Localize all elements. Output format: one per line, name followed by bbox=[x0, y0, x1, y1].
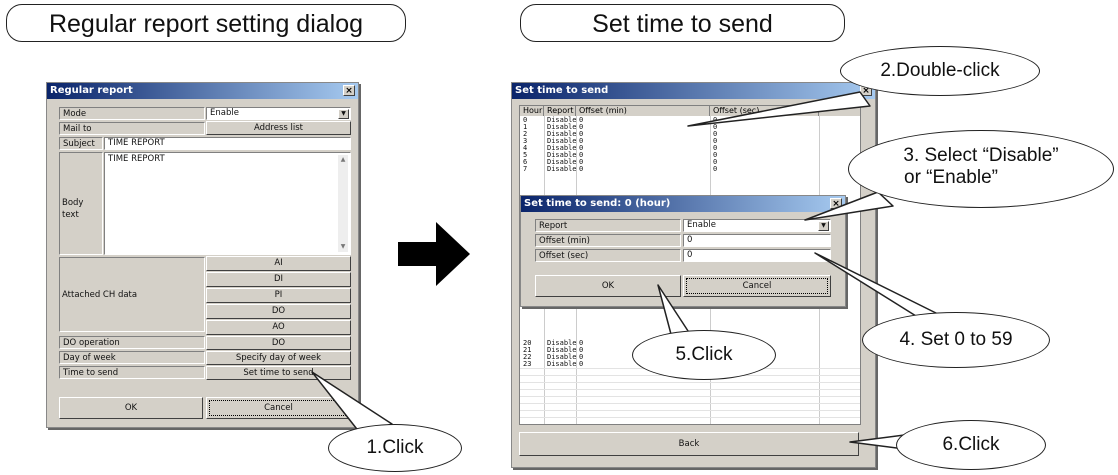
callout-4: 4. Set 0 to 59 bbox=[862, 312, 1050, 368]
callout-3: 3. Select “Disable” or “Enable” bbox=[848, 130, 1114, 208]
callout-6: 6.Click bbox=[896, 420, 1046, 470]
callout-3-tail bbox=[804, 191, 894, 221]
callout-2: 2.Double-click bbox=[840, 46, 1040, 96]
callout-1: 1.Click bbox=[328, 424, 462, 472]
callout-1-text: 1.Click bbox=[366, 437, 424, 458]
callout-2-tail bbox=[687, 91, 871, 127]
callout-2-text: 2.Double-click bbox=[880, 60, 1000, 81]
callout-5: 5.Click bbox=[632, 330, 776, 380]
callout-4-text: 4. Set 0 to 59 bbox=[899, 329, 1013, 350]
callout-3-line2: or “Enable” bbox=[904, 167, 998, 188]
callout-5-text: 5.Click bbox=[675, 344, 733, 365]
callout-6-text: 6.Click bbox=[942, 434, 1000, 455]
callout-3-line1: 3. Select “Disable” bbox=[903, 145, 1059, 166]
